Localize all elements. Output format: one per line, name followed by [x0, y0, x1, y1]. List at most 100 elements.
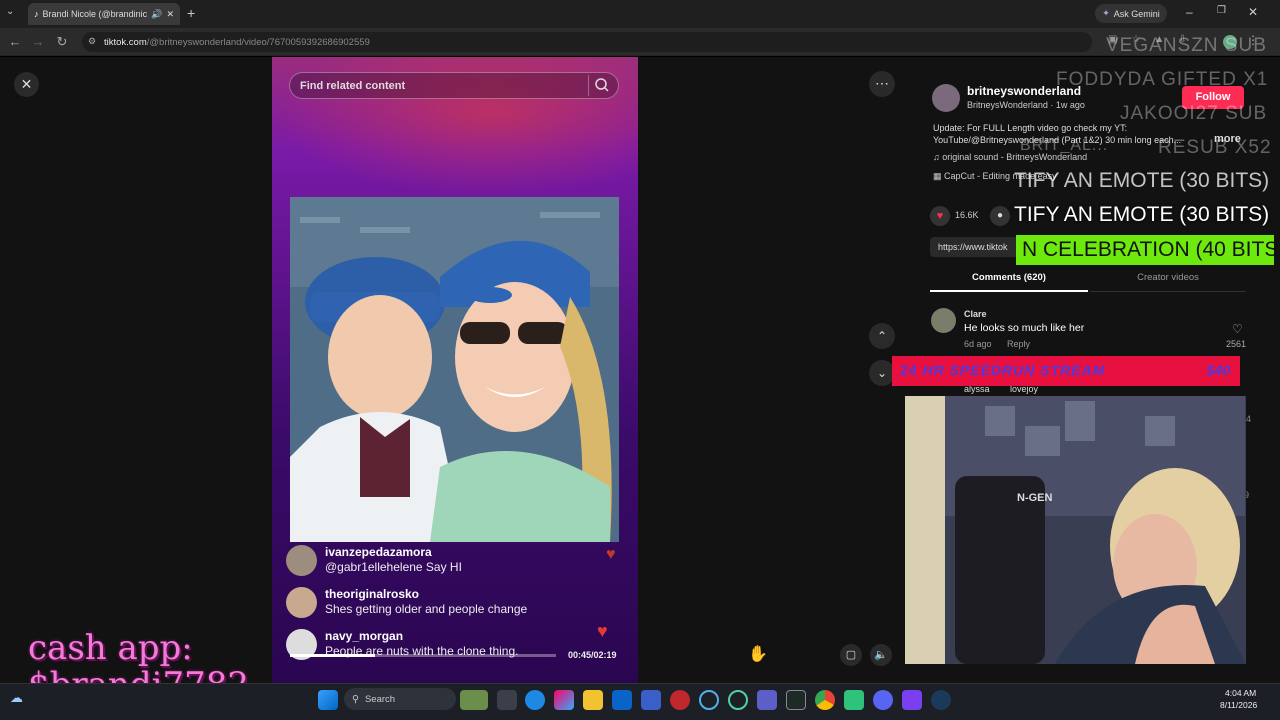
task-view-icon[interactable]	[497, 690, 517, 710]
stream-alert: RESUB X52	[1158, 137, 1272, 158]
avatar[interactable]	[286, 587, 317, 618]
weather-icon[interactable]: ☁	[10, 690, 30, 710]
follow-label: Follow	[1195, 91, 1231, 103]
taskbar-search-label: Search	[364, 693, 396, 705]
start-button[interactable]	[318, 690, 338, 710]
video-progress-track[interactable]	[290, 654, 556, 657]
taskbar-search[interactable]: ⚲ Search	[344, 688, 456, 710]
stream-alert: FODDYDA GIFTED X1	[1056, 69, 1269, 90]
video-frame-photo	[290, 197, 619, 542]
chrome-icon[interactable]	[815, 690, 835, 710]
overlay-comment: theoriginalrosko Shes getting older and …	[286, 587, 626, 621]
app-red-icon[interactable]	[670, 690, 690, 710]
outlook-icon[interactable]	[612, 690, 632, 710]
avatar[interactable]	[286, 545, 317, 576]
comment-username[interactable]: theoriginalrosko	[325, 587, 419, 601]
floating-heart-icon: ♥	[597, 621, 608, 641]
comment-bubble-icon[interactable]: ●	[990, 206, 1010, 226]
speedrun-banner-amount: $40	[1206, 362, 1230, 378]
browser-tab-bar: ⌄ ♪ Brandi Nicole (@brandinico 🔊 ✕ + ✦ A…	[0, 0, 1280, 28]
audio-playing-icon[interactable]: 🔊	[151, 9, 162, 20]
stream-alert: VEGANSZN SUB	[1106, 35, 1267, 56]
edge-icon[interactable]	[525, 690, 545, 710]
music-note-icon: ♫	[933, 152, 940, 162]
comment-username[interactable]: ivanzepedazamora	[325, 545, 432, 559]
comment-time: 6d ago	[964, 339, 992, 349]
taskbar-search-icon: ⚲	[352, 693, 359, 705]
comment-text: Shes getting older and people change	[325, 602, 528, 616]
speedrun-banner-label: 24 HR SPEEDRUN STREAM	[900, 362, 1106, 378]
author-avatar[interactable]	[932, 84, 960, 112]
close-window-button[interactable]: ✕	[1248, 5, 1258, 19]
capcut-icon: ▦	[933, 171, 942, 181]
clock-time[interactable]: 4:04 AM	[1225, 688, 1256, 698]
copilot-icon[interactable]	[554, 690, 574, 710]
comment-text: @gabr1ellehelene Say HI	[325, 560, 462, 574]
tab-creator-label: Creator videos	[1137, 272, 1199, 283]
close-video-button[interactable]: ✕	[14, 72, 39, 97]
widget-icon[interactable]	[460, 690, 488, 710]
forward-arrow-icon[interactable]: →	[29, 32, 47, 52]
app-d-icon[interactable]	[728, 690, 748, 710]
reload-icon[interactable]: ↻	[53, 32, 71, 52]
ask-gemini-button[interactable]: ✦ Ask Gemini	[1095, 4, 1167, 23]
app-green-icon[interactable]	[844, 690, 864, 710]
app-c-icon[interactable]	[699, 690, 719, 710]
browser-tab[interactable]: ♪ Brandi Nicole (@brandinico 🔊 ✕	[28, 3, 180, 25]
comment-like-count: 2561	[1226, 339, 1247, 349]
comment-text: He looks so much like her	[964, 322, 1085, 334]
previous-video-button[interactable]: ⌃	[869, 323, 895, 349]
teams-icon[interactable]	[757, 690, 777, 710]
search-icon	[595, 78, 609, 92]
celebration-alert-text: N CELEBRATION (40 BITS)	[1022, 238, 1280, 261]
reply-link[interactable]: Reply	[1007, 339, 1030, 349]
avatar[interactable]	[931, 308, 956, 333]
copy-link-text: https://www.tiktok	[938, 242, 1008, 252]
floating-player-button[interactable]: ▢	[840, 644, 862, 666]
back-arrow-icon[interactable]: ←	[6, 32, 24, 52]
speedrun-banner: 24 HR SPEEDRUN STREAM $40	[892, 356, 1240, 386]
url-bar[interactable]: ⚙ tiktok.com /@britneyswonderland/video/…	[82, 32, 1092, 52]
windows-taskbar	[0, 683, 1280, 720]
more-options-button[interactable]: ⋯	[869, 71, 895, 97]
comment-like-count: 4	[1246, 414, 1252, 424]
overlay-comment: ivanzepedazamora @gabr1ellehelene Say HI	[286, 545, 626, 579]
url-host: tiktok.com	[104, 36, 147, 48]
tab-comments[interactable]: Comments (620)	[930, 272, 1088, 292]
site-info-icon[interactable]: ⚙	[88, 36, 96, 47]
related-search-placeholder: Find related content	[300, 79, 406, 92]
tab-list-chevron-icon[interactable]: ⌄	[6, 6, 14, 17]
app-grid-icon[interactable]	[902, 690, 922, 710]
tab-comments-label: Comments (620)	[972, 272, 1046, 283]
file-explorer-icon[interactable]	[583, 690, 603, 710]
streamer-webcam: N-GEN	[905, 396, 1246, 664]
stream-alert-emote: TIFY AN EMOTE (30 BITS)	[1014, 169, 1270, 192]
discord-icon[interactable]	[873, 690, 893, 710]
steam-icon[interactable]	[931, 690, 951, 710]
excel-icon[interactable]	[786, 690, 806, 710]
clock-date[interactable]: 8/11/2026	[1220, 700, 1257, 710]
url-path: /@britneyswonderland/video/7670059392686…	[146, 36, 370, 48]
like-button[interactable]: ♥	[930, 206, 950, 226]
stream-alert: BRIT_AL...	[1020, 137, 1109, 154]
browser-tab-title: Brandi Nicole (@brandinico	[42, 9, 148, 19]
search-button[interactable]	[588, 75, 614, 96]
volume-button[interactable]: 🔈	[870, 644, 892, 666]
video-progress-fill	[290, 654, 376, 657]
chair-brand-text: N-GEN	[1017, 492, 1053, 504]
comment-username[interactable]: navy_morgan	[325, 629, 403, 643]
restore-window-button[interactable]: ❐	[1217, 5, 1226, 16]
related-search-input[interactable]: Find related content	[289, 72, 619, 99]
tab-close-icon[interactable]: ✕	[166, 9, 174, 20]
new-tab-button[interactable]: +	[187, 5, 195, 21]
tab-creator-videos[interactable]: Creator videos	[1090, 272, 1246, 292]
comment-like-icon[interactable]: ♡	[1232, 322, 1243, 336]
mouse-cursor: ✋	[748, 646, 768, 663]
floating-heart-icon: ♥	[606, 546, 616, 563]
stream-alert: JAKOOI27 SUB	[1120, 103, 1268, 124]
minimize-window-button[interactable]: –	[1186, 5, 1193, 19]
store-icon[interactable]	[641, 690, 661, 710]
tiktok-favicon-icon: ♪	[34, 9, 39, 19]
comment-username[interactable]: Clare	[964, 309, 987, 319]
ask-gemini-label: Ask Gemini	[1113, 8, 1160, 19]
